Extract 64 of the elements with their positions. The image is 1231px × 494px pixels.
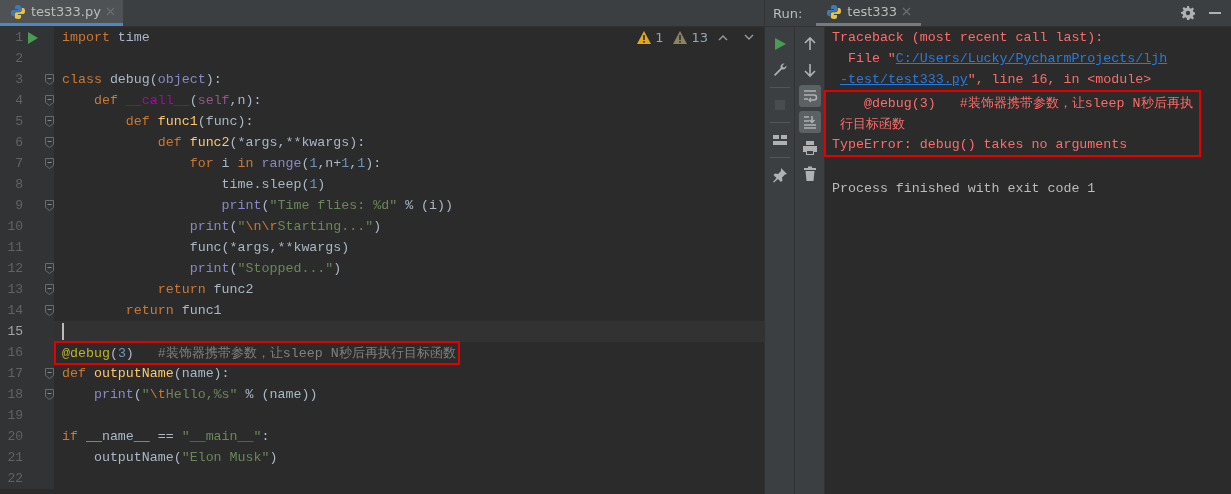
scroll-to-end-toggle[interactable] (798, 111, 821, 133)
python-file-icon (10, 3, 26, 20)
console-line: @debug(3) #装饰器携带参数，让sleep N秒后再执 (862, 94, 1193, 112)
code-line: import time (62, 30, 150, 45)
fold-icon[interactable] (44, 200, 54, 211)
weak-warning-count: 13 (691, 30, 708, 45)
run-icon[interactable] (27, 31, 38, 44)
fold-icon[interactable] (44, 284, 54, 295)
fold-icon[interactable] (44, 137, 54, 148)
printer-icon (801, 140, 818, 156)
code-line: def outputName(name): (62, 366, 230, 381)
code-line: outputName("Elon Musk") (92, 450, 278, 465)
line-number: 15 (6, 324, 24, 339)
file-link[interactable]: -test/test333.py (840, 72, 968, 87)
fold-icon[interactable] (44, 305, 54, 316)
code-line: return func1 (124, 303, 222, 318)
file-link[interactable]: C:/Users/Lucky/PycharmProjects/ljh (895, 51, 1168, 66)
close-icon[interactable] (902, 7, 912, 16)
console-line: Traceback (most recent call last): (832, 30, 1104, 45)
code-line: class debug(object): (62, 72, 222, 87)
code-line: print("Stopped...") (188, 261, 342, 276)
pin-icon[interactable] (771, 167, 788, 183)
code-line: func(*args,**kwargs) (188, 240, 350, 255)
warning-count: 1 (655, 30, 664, 45)
wrench-icon[interactable] (771, 62, 788, 78)
code-line: time.sleep(1) (220, 177, 326, 192)
console-line: 行目标函数 (840, 115, 905, 133)
fold-icon[interactable] (44, 95, 54, 106)
soft-wrap-toggle[interactable] (798, 85, 821, 107)
layout-icon[interactable] (771, 132, 788, 148)
console-line: -test/test333.py", line 16, in <module> (840, 72, 1152, 87)
scroll-to-end-icon (801, 114, 818, 130)
fold-icon[interactable] (44, 74, 54, 85)
chevron-down-icon[interactable] (744, 34, 754, 41)
chevron-up-icon[interactable] (718, 34, 728, 41)
fold-icon[interactable] (44, 116, 54, 127)
code-line: def func1(func): (124, 114, 254, 129)
code-line: print("\tHello,%s" % (name)) (92, 387, 318, 402)
code-line: return func2 (156, 282, 254, 297)
fold-icon[interactable] (44, 368, 54, 379)
code-line: if __name__ == "__main__": (62, 429, 270, 444)
soft-wrap-icon (801, 88, 818, 104)
weak-warning-icon[interactable] (673, 31, 688, 44)
run-tab[interactable]: test333 (816, 0, 922, 26)
code-line: for i in range(1,n+1,1): (188, 156, 382, 171)
settings-icon[interactable] (1181, 6, 1195, 20)
code-line: print("Time flies: %d" % (i)) (220, 198, 453, 213)
fold-icon[interactable] (44, 389, 54, 400)
fold-icon[interactable] (44, 263, 54, 274)
code-line: print("\n\rStarting...") (188, 219, 382, 234)
warning-icon[interactable] (637, 31, 652, 44)
run-label: Run: (772, 5, 804, 21)
console-line: Process finished with exit code 1 (832, 181, 1096, 196)
console-line: TypeError: debug() takes no arguments (832, 137, 1128, 152)
trash-icon (801, 166, 818, 182)
console-line: File "C:/Users/Lucky/PycharmProjects/ljh (846, 51, 1168, 66)
code-line: @debug(3) #装饰器携带参数，让sleep N秒后再执行目标函数 (62, 344, 456, 362)
arrow-down-icon (801, 62, 818, 78)
text-cursor (62, 323, 64, 340)
code-line: def func2(*args,**kwargs): (156, 135, 366, 150)
python-file-icon (826, 3, 843, 20)
fold-icon[interactable] (44, 158, 54, 169)
file-tab[interactable]: test333.py (0, 0, 123, 26)
code-line: def __call__(self,n): (92, 93, 262, 108)
